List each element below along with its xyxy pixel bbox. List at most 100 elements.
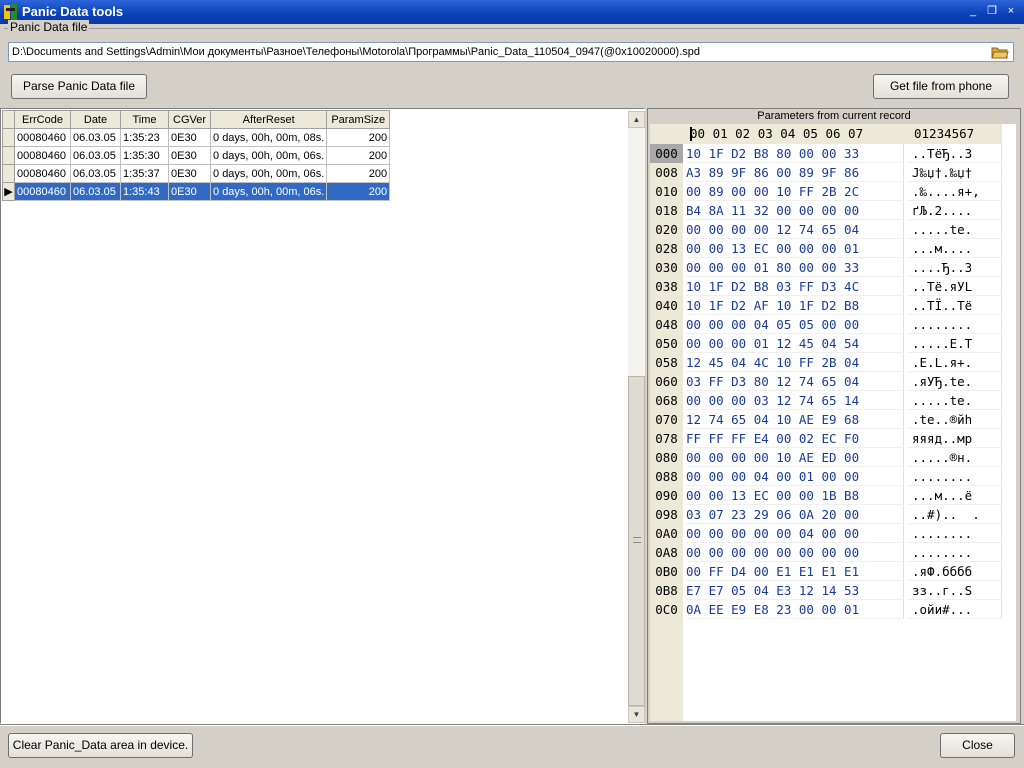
hex-viewer[interactable]: 00 01 02 03 04 05 06 07 01234567 000 10 1… [650, 124, 1016, 721]
hex-bytes[interactable]: FF FF FF E4 00 02 EC F0 [686, 429, 904, 448]
cell-paramsize[interactable]: 200 [326, 146, 391, 165]
hex-ascii[interactable]: ........ [908, 524, 1002, 543]
hex-bytes[interactable]: 00 00 00 00 10 AE ED 00 [686, 448, 904, 467]
hex-bytes[interactable]: 00 00 00 00 00 04 00 00 [686, 524, 904, 543]
hex-bytes[interactable]: 10 1F D2 B8 03 FF D3 4C [686, 277, 904, 296]
cell-errcode[interactable]: 00080460 [14, 128, 71, 147]
hex-ascii[interactable]: .яУЂ.te. [908, 372, 1002, 391]
cell-afterreset[interactable]: 0 days, 00h, 00m, 06s. [210, 164, 328, 183]
grid-vertical-scrollbar[interactable]: ▲ ▼ [628, 111, 645, 723]
parse-panic-data-button[interactable]: Parse Panic Data file [11, 74, 147, 99]
cell-afterreset[interactable]: 0 days, 00h, 00m, 06s. [210, 146, 328, 165]
hex-bytes[interactable]: 00 00 00 04 00 01 00 00 [686, 467, 904, 486]
hex-ascii[interactable]: .....®н. [908, 448, 1002, 467]
hex-ascii[interactable]: ........ [908, 315, 1002, 334]
hex-bytes[interactable]: 00 00 13 EC 00 00 00 01 [686, 239, 904, 258]
hex-bytes[interactable]: 12 74 65 04 10 AE E9 68 [686, 410, 904, 429]
hex-bytes[interactable]: 00 00 00 03 12 74 65 14 [686, 391, 904, 410]
hex-row[interactable]: 0A8 00 00 00 00 00 00 00 00........ [650, 543, 1002, 562]
column-header-errcode[interactable]: ErrCode [14, 110, 71, 129]
hex-row[interactable]: 000 10 1F D2 B8 80 00 00 33 ..TёЂ..3 [650, 144, 1002, 163]
cell-time[interactable]: 1:35:43 [120, 182, 169, 201]
hex-bytes[interactable]: 10 1F D2 B8 80 00 00 33 [686, 144, 904, 163]
hex-bytes[interactable]: E7 E7 05 04 E3 12 14 53 [686, 581, 904, 600]
hex-bytes[interactable]: 12 45 04 4C 10 FF 2B 04 [686, 353, 904, 372]
hex-row[interactable]: 0B0 00 FF D4 00 E1 E1 E1 E1 .яФ.бббб [650, 562, 1002, 581]
hex-row[interactable]: 020 00 00 00 00 12 74 65 04 .....te. [650, 220, 1002, 239]
hex-ascii[interactable]: .‰....я+, [908, 182, 1002, 201]
hex-row[interactable]: 008 A3 89 9F 86 00 89 9F 86 Ј‰џ†.‰џ† [650, 163, 1002, 182]
cell-date[interactable]: 06.03.05 [70, 128, 121, 147]
hex-row[interactable]: 0A0 00 00 00 00 00 04 00 00........ [650, 524, 1002, 543]
column-header-date[interactable]: Date [70, 110, 121, 129]
hex-bytes[interactable]: 00 00 00 00 00 00 00 00 [686, 543, 904, 562]
cell-afterreset[interactable]: 0 days, 00h, 00m, 06s. [210, 182, 328, 201]
hex-ascii[interactable]: ........ [908, 467, 1002, 486]
hex-bytes[interactable]: 00 00 00 00 12 74 65 04 [686, 220, 904, 239]
cell-cgver[interactable]: 0E30 [167, 182, 212, 201]
scroll-down-arrow-icon[interactable]: ▼ [628, 706, 645, 723]
hex-ascii[interactable]: .....E.T [908, 334, 1002, 353]
hex-ascii[interactable]: ..Tё.яУL [908, 277, 1002, 296]
hex-row[interactable]: 018 B4 8A 11 32 00 00 00 00 ґЉ.2.... [650, 201, 1002, 220]
column-header-time[interactable]: Time [120, 110, 169, 129]
cell-time[interactable]: 1:35:30 [120, 146, 169, 165]
cell-errcode[interactable]: 00080460 [14, 164, 71, 183]
cell-errcode[interactable]: 00080460 [14, 146, 71, 165]
close-window-button[interactable]: × [1004, 5, 1018, 18]
cell-cgver[interactable]: 0E30 [167, 146, 212, 165]
hex-bytes[interactable]: 00 89 00 00 10 FF 2B 2C [686, 182, 904, 201]
row-indicator[interactable] [2, 146, 15, 165]
hex-row[interactable]: 078 FF FF FF E4 00 02 EC F0 яяяд..мр [650, 429, 1002, 448]
table-row[interactable]: 00080460 06.03.05 1:35:30 0E30 0 days, 00h, … [2, 146, 391, 165]
hex-ascii[interactable]: .....te. [908, 220, 1002, 239]
cell-date[interactable]: 06.03.05 [70, 146, 121, 165]
hex-ascii[interactable]: .яФ.бббб [908, 562, 1002, 581]
hex-bytes[interactable]: 00 00 00 01 80 00 00 33 [686, 258, 904, 277]
scroll-up-arrow-icon[interactable]: ▲ [628, 111, 645, 128]
cell-time[interactable]: 1:35:23 [120, 128, 169, 147]
hex-ascii[interactable]: .E.L.я+. [908, 353, 1002, 372]
hex-row[interactable]: 080 00 00 00 00 10 AE ED 00 .....®н. [650, 448, 1002, 467]
hex-row[interactable]: 040 10 1F D2 AF 10 1F D2 B8 ..TЇ..Tё [650, 296, 1002, 315]
cell-time[interactable]: 1:35:37 [120, 164, 169, 183]
hex-ascii[interactable]: ґЉ.2.... [908, 201, 1002, 220]
hex-bytes[interactable]: 0A EE E9 E8 23 00 00 01 [686, 600, 904, 619]
table-row[interactable]: 00080460 06.03.05 1:35:37 0E30 0 days, 00h, … [2, 164, 391, 183]
hex-row[interactable]: 070 12 74 65 04 10 AE E9 68 .te..®йh [650, 410, 1002, 429]
hex-row[interactable]: 048 00 00 00 04 05 05 00 00........ [650, 315, 1002, 334]
hex-bytes[interactable]: 00 00 00 01 12 45 04 54 [686, 334, 904, 353]
hex-row[interactable]: 098 03 07 23 29 06 0A 20 00 ..#).. . [650, 505, 1002, 524]
cell-paramsize[interactable]: 200 [326, 182, 391, 201]
close-button[interactable]: Close [940, 733, 1015, 758]
current-row-arrow-icon[interactable]: ▶ [2, 182, 15, 201]
cell-paramsize[interactable]: 200 [326, 128, 391, 147]
hex-ascii[interactable]: зз..г..S [908, 581, 1002, 600]
hex-ascii[interactable]: Ј‰џ†.‰џ† [908, 163, 1002, 182]
hex-row[interactable]: 050 00 00 00 01 12 45 04 54 .....E.T [650, 334, 1002, 353]
cell-date[interactable]: 06.03.05 [70, 182, 121, 201]
table-row[interactable]: ▶ 00080460 06.03.05 1:35:43 0E30 0 days, 00h,… [2, 182, 391, 201]
hex-bytes[interactable]: A3 89 9F 86 00 89 9F 86 [686, 163, 904, 182]
hex-row[interactable]: 068 00 00 00 03 12 74 65 14 .....te. [650, 391, 1002, 410]
cell-errcode[interactable]: 00080460 [14, 182, 71, 201]
hex-bytes[interactable]: 03 FF D3 80 12 74 65 04 [686, 372, 904, 391]
column-header-afterreset[interactable]: AfterReset [210, 110, 328, 129]
restore-button[interactable]: ❐ [985, 5, 999, 18]
hex-row[interactable]: 058 12 45 04 4C 10 FF 2B 04 .E.L.я+. [650, 353, 1002, 372]
hex-bytes[interactable]: 10 1F D2 AF 10 1F D2 B8 [686, 296, 904, 315]
hex-ascii[interactable]: ..#).. . [908, 505, 1002, 524]
cell-paramsize[interactable]: 200 [326, 164, 391, 183]
row-indicator[interactable] [2, 164, 15, 183]
hex-bytes[interactable]: 03 07 23 29 06 0A 20 00 [686, 505, 904, 524]
minimize-button[interactable]: _ [966, 5, 980, 18]
hex-ascii[interactable]: яяяд..мр [908, 429, 1002, 448]
hex-row[interactable]: 028 00 00 13 EC 00 00 00 01 ...м.... [650, 239, 1002, 258]
cell-date[interactable]: 06.03.05 [70, 164, 121, 183]
hex-ascii[interactable]: ....Ђ..3 [908, 258, 1002, 277]
hex-row[interactable]: 0C0 0A EE E9 E8 23 00 00 01 .ойи#... [650, 600, 1002, 619]
cell-cgver[interactable]: 0E30 [167, 128, 212, 147]
hex-row[interactable]: 030 00 00 00 01 80 00 00 33 ....Ђ..3 [650, 258, 1002, 277]
open-folder-icon[interactable] [990, 43, 1010, 61]
hex-ascii[interactable]: ...м.... [908, 239, 1002, 258]
